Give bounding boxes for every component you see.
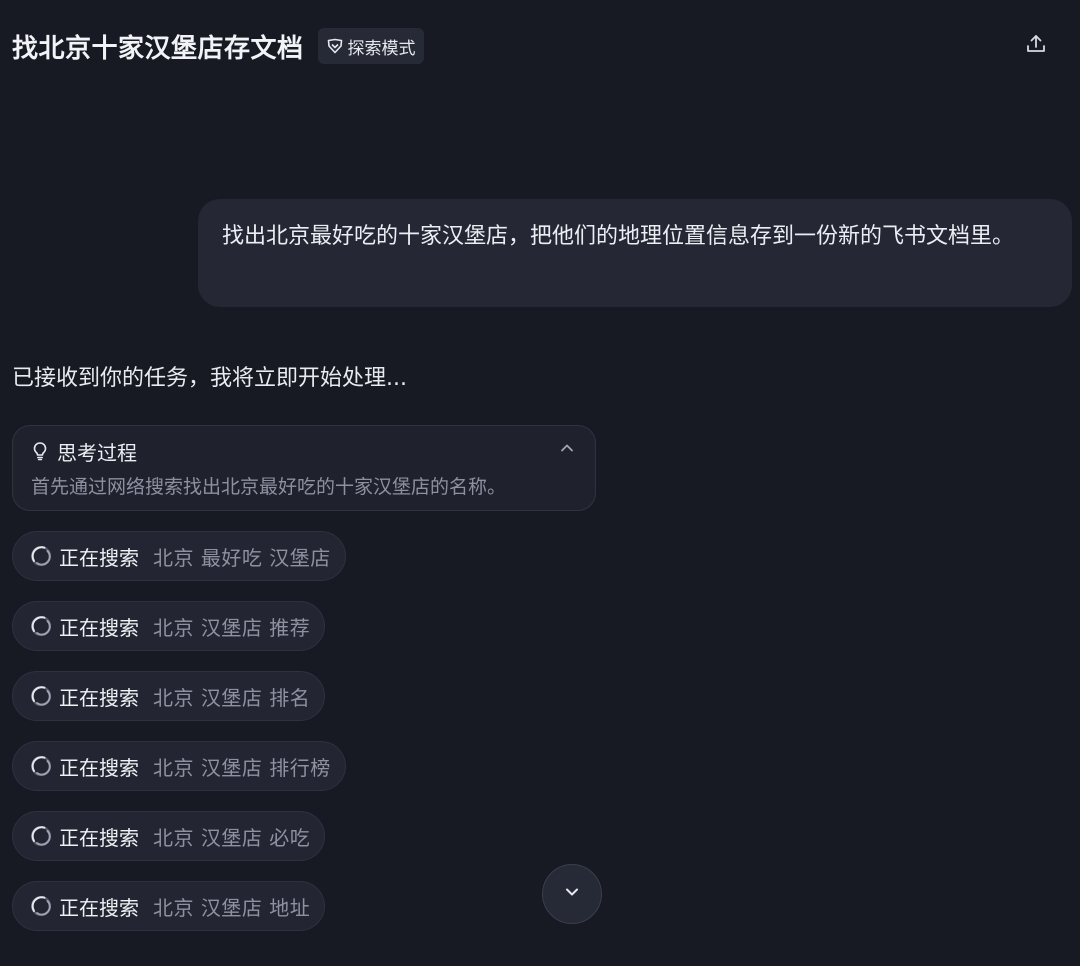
scroll-to-bottom-button[interactable] <box>542 864 602 924</box>
share-upload-icon <box>1024 32 1048 60</box>
search-status-pill[interactable]: 正在搜索 北京 汉堡店 地址 <box>12 881 326 931</box>
search-status-pill[interactable]: 正在搜索 北京 最好吃 汉堡店 <box>12 531 346 581</box>
search-query: 北京 最好吃 汉堡店 <box>153 545 331 570</box>
share-button[interactable] <box>1022 32 1050 60</box>
search-status-label: 正在搜索 <box>59 825 139 850</box>
search-status-pill[interactable]: 正在搜索 北京 汉堡店 必吃 <box>12 811 326 861</box>
search-status-label: 正在搜索 <box>59 895 139 920</box>
search-query: 北京 汉堡店 地址 <box>153 895 311 920</box>
loading-spinner-icon <box>29 684 53 708</box>
collapse-thinking-button[interactable] <box>555 438 579 462</box>
chevron-up-icon <box>558 439 576 461</box>
search-query: 北京 汉堡店 推荐 <box>153 615 311 640</box>
search-query: 北京 汉堡店 排行榜 <box>153 755 331 780</box>
lightbulb-icon <box>29 440 51 462</box>
search-status-label: 正在搜索 <box>59 685 139 710</box>
tag-icon <box>326 37 344 55</box>
thinking-content: 首先通过网络搜索找出北京最好吃的十家汉堡店的名称。 <box>31 476 507 498</box>
loading-spinner-icon <box>29 824 53 848</box>
search-status-pill[interactable]: 正在搜索 北京 汉堡店 排行榜 <box>12 741 346 791</box>
search-status-pill[interactable]: 正在搜索 北京 汉堡店 排名 <box>12 671 326 721</box>
loading-spinner-icon <box>29 544 53 568</box>
explore-mode-badge[interactable]: 探索模式 <box>317 28 424 64</box>
thinking-header[interactable]: 思考过程 <box>29 436 579 466</box>
search-query: 北京 汉堡店 排名 <box>153 685 311 710</box>
search-status-label: 正在搜索 <box>59 755 139 780</box>
page-title: 找北京十家汉堡店存文档 <box>12 33 304 64</box>
search-status-pill[interactable]: 正在搜索 北京 汉堡店 推荐 <box>12 601 326 651</box>
search-query: 北京 汉堡店 必吃 <box>153 825 311 850</box>
user-message-text: 找出北京最好吃的十家汉堡店，把他们的地理位置信息存到一份新的飞书文档里。 <box>222 224 1015 249</box>
search-status-label: 正在搜索 <box>59 615 139 640</box>
thinking-process-card[interactable]: 思考过程 首先通过网络搜索找出北京最好吃的十家汉堡店的名称。 <box>12 425 596 511</box>
loading-spinner-icon <box>29 754 53 778</box>
header: 找北京十家汉堡店存文档 探索模式 <box>12 24 1056 68</box>
search-status-label: 正在搜索 <box>59 545 139 570</box>
loading-spinner-icon <box>29 614 53 638</box>
assistant-reply: 已接收到你的任务，我将立即开始处理... <box>12 366 407 391</box>
chevron-down-icon <box>561 881 583 907</box>
loading-spinner-icon <box>29 894 53 918</box>
thinking-title: 思考过程 <box>57 440 137 465</box>
chat-page: 找北京十家汉堡店存文档 探索模式 找出北京最好吃的十家汉堡店，把他们的地理位置信… <box>0 0 1080 966</box>
user-message-bubble: 找出北京最好吃的十家汉堡店，把他们的地理位置信息存到一份新的飞书文档里。 <box>198 199 1072 307</box>
mode-badge-label: 探索模式 <box>347 38 416 59</box>
